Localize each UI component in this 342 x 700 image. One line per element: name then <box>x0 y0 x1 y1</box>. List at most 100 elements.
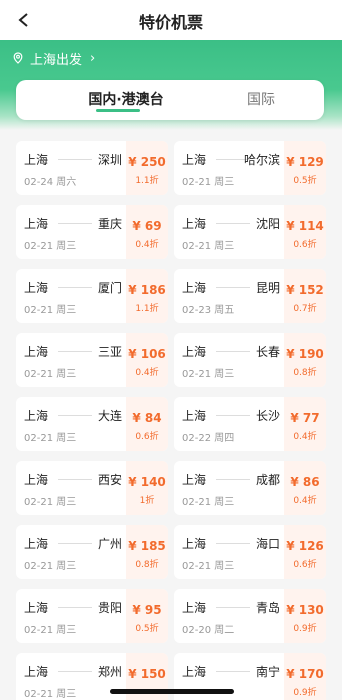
route-line <box>216 287 250 288</box>
flight-deal-card[interactable]: 上海 三亚 02-21 周三 ¥ 106 0.4折 <box>16 333 168 387</box>
destination-city: 贵阳 <box>97 601 122 615</box>
flight-date: 02-21 周三 <box>24 433 77 444</box>
origin-city: 上海 <box>182 665 207 679</box>
price: ¥ 69 <box>132 219 162 233</box>
origin-city: 上海 <box>182 281 207 295</box>
origin-city: 上海 <box>182 345 207 359</box>
flight-deal-card[interactable]: 上海 重庆 02-21 周三 ¥ 69 0.4折 <box>16 205 168 259</box>
destination-city: 成都 <box>255 473 280 487</box>
price-box: ¥ 140 1折 <box>126 461 168 515</box>
origin-city: 上海 <box>24 537 49 551</box>
route-line <box>58 223 92 224</box>
destination-city: 哈尔滨 <box>243 153 280 167</box>
destination-city: 昆明 <box>255 281 280 295</box>
flight-deal-card[interactable]: 上海 厦门 02-21 周三 ¥ 186 1.1折 <box>16 269 168 323</box>
price: ¥ 150 <box>128 667 166 681</box>
price-box: ¥ 114 0.6折 <box>284 205 326 259</box>
price-box: ¥ 95 0.5折 <box>126 589 168 643</box>
discount: 0.8折 <box>293 368 317 378</box>
discount: 0.5折 <box>293 176 317 186</box>
flight-deal-card[interactable]: 上海 西安 02-21 周三 ¥ 140 1折 <box>16 461 168 515</box>
price: ¥ 185 <box>128 539 166 553</box>
destination-city: 厦门 <box>97 281 122 295</box>
flight-deal-card[interactable]: 上海 海口 02-21 周三 ¥ 126 0.6折 <box>174 525 326 579</box>
flight-deal-card[interactable]: 上海 大连 02-21 周三 ¥ 84 0.6折 <box>16 397 168 451</box>
flight-date: 02-21 周三 <box>182 177 235 188</box>
discount: 0.4折 <box>135 240 159 250</box>
discount: 0.4折 <box>135 368 159 378</box>
discount: 0.9折 <box>293 688 317 698</box>
price: ¥ 170 <box>286 667 324 681</box>
flight-deal-grid: 上海 深圳 02-24 周六 ¥ 250 1.1折 上海 哈尔滨 02-21 周三 ¥ 129 0… <box>16 141 328 700</box>
discount: 0.4折 <box>293 496 317 506</box>
route-line <box>58 671 92 672</box>
flight-deal-card[interactable]: 上海 沈阳 02-21 周三 ¥ 114 0.6折 <box>174 205 326 259</box>
route-line <box>58 351 92 352</box>
price-box: ¥ 190 0.8折 <box>284 333 326 387</box>
price: ¥ 186 <box>128 283 166 297</box>
flight-deal-card[interactable]: 上海 广州 02-21 周三 ¥ 185 0.8折 <box>16 525 168 579</box>
route-line <box>58 543 92 544</box>
flight-deal-card[interactable]: 上海 青岛 02-20 周二 ¥ 130 0.9折 <box>174 589 326 643</box>
price: ¥ 152 <box>286 283 324 297</box>
origin-city: 上海 <box>24 153 49 167</box>
price: ¥ 140 <box>128 475 166 489</box>
route-line <box>216 671 250 672</box>
flight-deal-card[interactable]: 上海 深圳 02-24 周六 ¥ 250 1.1折 <box>16 141 168 195</box>
price: ¥ 130 <box>286 603 324 617</box>
price: ¥ 250 <box>128 155 166 169</box>
price-box: ¥ 77 0.4折 <box>284 397 326 451</box>
tab-domestic[interactable]: 国内·港澳台 <box>66 80 186 120</box>
origin-city: 上海 <box>24 217 49 231</box>
route-line <box>216 543 250 544</box>
destination-city: 南宁 <box>255 665 280 679</box>
tab-international[interactable]: 国际 <box>216 80 306 120</box>
destination-city: 三亚 <box>97 345 122 359</box>
price-box: ¥ 170 0.9折 <box>284 653 326 700</box>
origin-city: 上海 <box>182 153 207 167</box>
origin-city: 上海 <box>24 409 49 423</box>
discount: 0.5折 <box>135 624 159 634</box>
tab-domestic-label: 国内·港澳台 <box>88 92 164 108</box>
flight-deal-card[interactable]: 上海 哈尔滨 02-21 周三 ¥ 129 0.5折 <box>174 141 326 195</box>
flight-date: 02-20 周二 <box>182 625 235 636</box>
destination-city: 广州 <box>97 537 122 551</box>
origin-selector[interactable]: 上海出发 › <box>12 48 95 68</box>
price: ¥ 77 <box>290 411 320 425</box>
flight-date: 02-23 周五 <box>182 305 235 316</box>
origin-city: 上海 <box>24 601 49 615</box>
destination-city: 海口 <box>255 537 280 551</box>
origin-label: 上海出发 <box>30 52 83 68</box>
route-line <box>216 223 250 224</box>
price-box: ¥ 185 0.8折 <box>126 525 168 579</box>
price: ¥ 129 <box>286 155 324 169</box>
price-box: ¥ 129 0.5折 <box>284 141 326 195</box>
flight-deal-card[interactable]: 上海 昆明 02-23 周五 ¥ 152 0.7折 <box>174 269 326 323</box>
destination-city: 长春 <box>255 345 280 359</box>
origin-city: 上海 <box>182 217 207 231</box>
discount: 0.8折 <box>135 560 159 570</box>
region-tabs: 国内·港澳台 国际 <box>16 80 324 120</box>
page-title: 特价机票 <box>138 13 203 32</box>
discount: 0.4折 <box>293 432 317 442</box>
discount: 1.1折 <box>135 304 159 314</box>
flight-date: 02-21 周三 <box>182 497 235 508</box>
route-line <box>58 159 92 160</box>
flight-deal-card[interactable]: 上海 长沙 02-22 周四 ¥ 77 0.4折 <box>174 397 326 451</box>
flight-deal-card[interactable]: 上海 贵阳 02-21 周三 ¥ 95 0.5折 <box>16 589 168 643</box>
price-box: ¥ 106 0.4折 <box>126 333 168 387</box>
destination-city: 大连 <box>97 409 122 423</box>
origin-city: 上海 <box>24 345 49 359</box>
price: ¥ 106 <box>128 347 166 361</box>
price: ¥ 190 <box>286 347 324 361</box>
flight-date: 02-21 周三 <box>24 561 77 572</box>
route-line <box>216 607 250 608</box>
destination-city: 深圳 <box>97 153 122 167</box>
flight-deal-card[interactable]: 上海 成都 02-21 周三 ¥ 86 0.4折 <box>174 461 326 515</box>
price-box: ¥ 186 1.1折 <box>126 269 168 323</box>
price-box: ¥ 152 0.7折 <box>284 269 326 323</box>
route-line <box>58 479 92 480</box>
flight-date: 02-21 周三 <box>24 689 77 700</box>
flight-deal-card[interactable]: 上海 长春 02-21 周三 ¥ 190 0.8折 <box>174 333 326 387</box>
flight-date: 02-24 周六 <box>24 177 77 188</box>
